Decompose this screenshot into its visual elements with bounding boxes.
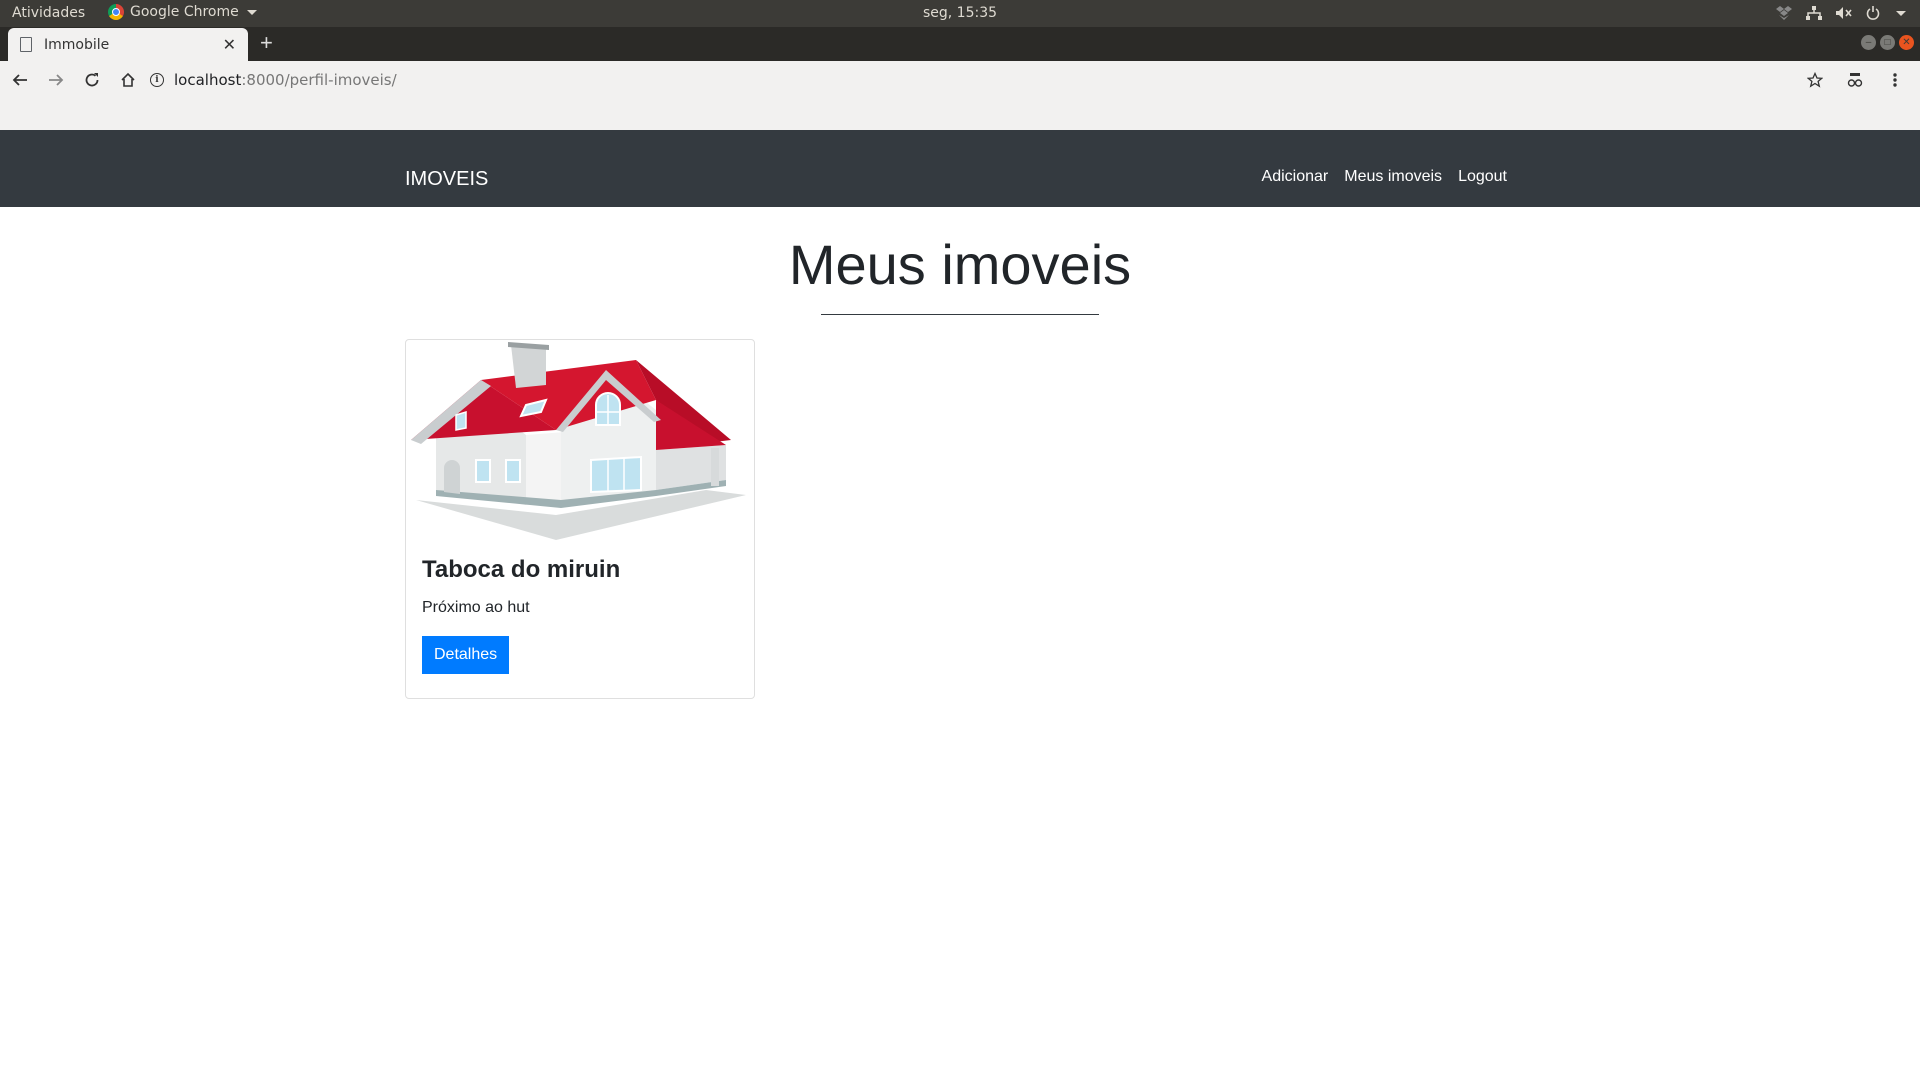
- network-icon[interactable]: [1806, 6, 1822, 20]
- details-button[interactable]: Detalhes: [422, 636, 510, 674]
- bookmark-bar-area: [0, 99, 1920, 130]
- system-tray: [1776, 3, 1906, 23]
- clock[interactable]: seg, 15:35: [0, 5, 1920, 21]
- volume-muted-icon[interactable]: [1836, 6, 1852, 20]
- tab-title: Immobile: [44, 36, 110, 53]
- toolbar-right: [1800, 65, 1910, 95]
- reload-button[interactable]: [76, 64, 108, 96]
- nav-links: Adicionar Meus imoveis Logout: [1262, 168, 1507, 186]
- page-icon: [20, 37, 32, 52]
- house-image: [411, 342, 746, 540]
- nav-link-adicionar[interactable]: Adicionar: [1262, 168, 1329, 186]
- url-path: :8000/perfil-imoveis/: [241, 71, 397, 89]
- site-info-icon[interactable]: i: [150, 73, 164, 87]
- maximize-window-button[interactable]: □: [1880, 35, 1895, 50]
- minimize-window-button[interactable]: –: [1861, 35, 1876, 50]
- system-menu-arrow-icon[interactable]: [1896, 10, 1906, 16]
- browser-toolbar: i localhost:8000/perfil-imoveis/: [0, 61, 1920, 99]
- page-title: Meus imoveis: [788, 233, 1132, 296]
- title-divider: [821, 314, 1099, 315]
- site-navbar: IMOVEIS Adicionar Meus imoveis Logout: [0, 130, 1920, 207]
- nav-link-meus-imoveis[interactable]: Meus imoveis: [1344, 168, 1442, 186]
- extension-icon[interactable]: [1840, 65, 1870, 95]
- property-card: Taboca do miruin Próximo ao hut Detalhes: [405, 339, 755, 699]
- address-bar[interactable]: i localhost:8000/perfil-imoveis/: [140, 65, 1820, 95]
- navbar-brand[interactable]: IMOVEIS: [405, 168, 488, 191]
- power-icon[interactable]: [1866, 6, 1880, 20]
- forward-button[interactable]: [40, 64, 72, 96]
- window-controls: – □ ✕: [1861, 35, 1914, 50]
- nav-link-logout[interactable]: Logout: [1458, 168, 1507, 186]
- tab-immobile[interactable]: Immobile ✕: [8, 28, 248, 61]
- tab-strip: Immobile ✕ + – □ ✕: [0, 27, 1920, 61]
- url-host: localhost: [174, 71, 242, 89]
- new-tab-button[interactable]: +: [260, 30, 273, 56]
- menu-kebab-icon[interactable]: [1880, 65, 1910, 95]
- back-button[interactable]: [4, 64, 36, 96]
- close-window-button[interactable]: ✕: [1899, 35, 1914, 50]
- card-text: Próximo ao hut: [422, 599, 530, 616]
- os-top-bar: Atividades Google Chrome seg, 15:35: [0, 0, 1920, 27]
- bookmark-star-icon[interactable]: [1800, 65, 1830, 95]
- page-viewport: IMOVEIS Adicionar Meus imoveis Logout Me…: [0, 130, 1920, 1080]
- card-title: Taboca do miruin: [422, 556, 621, 583]
- tab-close-icon[interactable]: ✕: [223, 35, 236, 55]
- dropbox-icon[interactable]: [1776, 6, 1792, 20]
